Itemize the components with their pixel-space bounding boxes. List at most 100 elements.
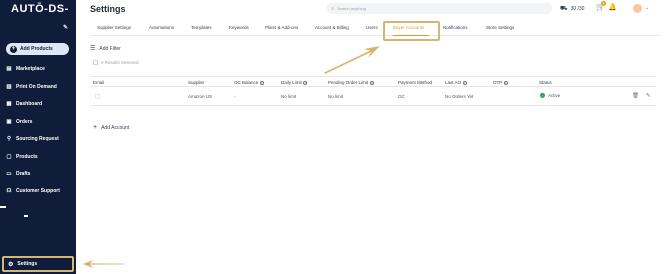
sidebar-item-print-on-demand[interactable]: ▥ Print On Demand [6, 82, 57, 91]
avatar[interactable] [633, 4, 642, 13]
truck-icon: ⛟ [560, 5, 568, 12]
annotation-highlight [383, 21, 440, 41]
sidebar-item-label: Orders [16, 118, 33, 125]
column-header-otp[interactable]: OTP i [493, 80, 508, 85]
add-products-button[interactable]: + Add Products [6, 43, 69, 55]
column-header-email[interactable]: Email [93, 80, 104, 85]
store-icon: ▤ [6, 65, 12, 72]
sourcing-icon: ⚲ [6, 135, 12, 142]
chevron-down-icon[interactable]: ⌄ [645, 5, 649, 11]
status-badge: ✓ Active [540, 93, 560, 98]
search-input[interactable]: ⚲ Search anything [326, 3, 552, 14]
select-all-checkbox[interactable] [93, 60, 98, 65]
credits-counter[interactable]: ⛟ 30 /30 [560, 3, 584, 14]
sidebar-item-dashboard[interactable]: ▦ Dashboard [6, 99, 42, 108]
credits-value: 30 /30 [570, 5, 585, 12]
search-placeholder: Search anything [336, 6, 366, 11]
column-header-label: Daily Limit [281, 80, 302, 85]
column-header-label: OTP [493, 80, 503, 85]
info-icon[interactable]: i [369, 80, 374, 85]
column-header-daily-limit[interactable]: Daily Limit i [281, 80, 308, 85]
bell-icon[interactable]: 🔔 [608, 3, 617, 11]
sidebar-item-products[interactable]: ▢ Products [6, 152, 37, 161]
info-icon[interactable]: i [259, 80, 264, 85]
cell-last-ao: No Orders Yet [445, 94, 474, 99]
column-header-oc-balance[interactable]: OC Balance i [234, 80, 264, 85]
add-filter-button[interactable]: ☰ Add Filter [90, 45, 121, 53]
cart-icon[interactable]: 🛒 1 [596, 1, 606, 11]
annotation-arrow-icon [324, 46, 380, 74]
tab-store-settings[interactable]: Store Settings [486, 25, 514, 30]
settings-tabs: Supplier Settings Automations Templates … [90, 22, 660, 36]
divider [24, 215, 28, 217]
cell-pending-order-limit: No limit [328, 94, 344, 99]
annotation-arrow-icon [83, 260, 124, 268]
tab-plans-addons[interactable]: Plans & Add-ons [265, 25, 298, 30]
tab-automations[interactable]: Automations [149, 25, 174, 30]
checkbox[interactable] [95, 94, 100, 99]
trash-icon[interactable]: 🗑 [632, 93, 639, 99]
column-header-status[interactable]: Status [539, 80, 552, 85]
tab-account-billing[interactable]: Account & Billing [315, 25, 349, 30]
app-root: AUTŌ-DS- ✎ + Add Products ▤ Marketplace … [0, 0, 670, 274]
results-selected: 0 Results Selected [93, 60, 139, 65]
add-account-button[interactable]: + Add Account [93, 124, 129, 131]
info-icon[interactable]: i [503, 80, 508, 85]
edit-icon[interactable]: ✎ [63, 24, 69, 31]
row-checkbox[interactable] [95, 94, 100, 100]
column-header-label: Pending Order Limit [328, 80, 369, 85]
add-products-label: Add Products [20, 46, 53, 52]
table-header: Email Supplier OC Balance i Daily Limit i … [90, 76, 656, 87]
sidebar-item-settings[interactable]: ⚙ Settings [2, 256, 74, 272]
sidebar-item-drafts[interactable]: ▭ Drafts [6, 169, 30, 178]
add-filter-label: Add Filter [99, 45, 121, 52]
search-icon: ⚲ [331, 6, 334, 11]
column-header-last-ao[interactable]: Last AO i [445, 80, 467, 85]
sidebar-item-label: Settings [17, 261, 38, 267]
tab-notifications[interactable]: Notifications [443, 25, 468, 30]
cell-payment-method: OC [398, 94, 405, 99]
column-header-label: OC Balance [234, 80, 259, 85]
chart-icon: ▦ [6, 100, 12, 107]
plus-icon: + [93, 124, 98, 131]
table-row[interactable]: Amazon US - No limit No limit OC No Orde… [90, 88, 656, 106]
column-header-label: Supplier [188, 80, 205, 85]
info-icon[interactable]: i [462, 80, 467, 85]
sidebar-item-label: Print On Demand [16, 83, 57, 90]
sidebar: AUTŌ-DS- ✎ + Add Products ▤ Marketplace … [0, 0, 76, 274]
tab-users[interactable]: Users [366, 25, 378, 30]
logo[interactable]: AUTŌ-DS- ✎ [11, 3, 69, 31]
tab-supplier-settings[interactable]: Supplier Settings [97, 25, 131, 30]
column-header-pending-order-limit[interactable]: Pending Order Limit i [328, 80, 374, 85]
status-label: Active [548, 93, 561, 98]
column-header-supplier[interactable]: Supplier [188, 80, 205, 85]
sidebar-item-label: Marketplace [16, 65, 45, 72]
sidebar-item-orders[interactable]: ▣ Orders [6, 117, 32, 126]
column-header-label: Payment Method [398, 80, 433, 85]
cell-supplier: Amazon US [188, 94, 213, 99]
orders-icon: ▣ [6, 118, 12, 125]
cell-daily-limit: No limit [281, 94, 297, 99]
box-icon: ▢ [6, 153, 12, 160]
sidebar-item-label: Customer Support [16, 187, 60, 194]
info-icon[interactable]: i [303, 80, 308, 85]
divider [0, 206, 6, 208]
sidebar-item-sourcing-request[interactable]: ⚲ Sourcing Request [6, 134, 59, 143]
sidebar-item-label: Sourcing Request [16, 135, 59, 142]
cell-oc-balance: - [234, 94, 236, 99]
cart-badge: 1 [601, 1, 606, 6]
sidebar-item-marketplace[interactable]: ▤ Marketplace [6, 64, 45, 73]
gear-icon: ⚙ [8, 261, 14, 268]
page-title: Settings [90, 4, 126, 14]
headset-icon: ☊ [6, 187, 12, 194]
sidebar-item-customer-support[interactable]: ☊ Customer Support [6, 186, 60, 195]
column-header-label: Email [93, 80, 105, 85]
filter-icon: ☰ [90, 46, 96, 52]
results-selected-label: 0 Results Selected [101, 60, 139, 65]
tab-templates[interactable]: Templates [191, 25, 212, 30]
edit-icon[interactable]: ✎ [646, 93, 651, 99]
column-header-payment-method[interactable]: Payment Method [398, 80, 432, 85]
column-header-label: Last AO [445, 80, 462, 85]
tab-keywords[interactable]: Keywords [229, 25, 249, 30]
plus-icon: + [10, 45, 17, 53]
